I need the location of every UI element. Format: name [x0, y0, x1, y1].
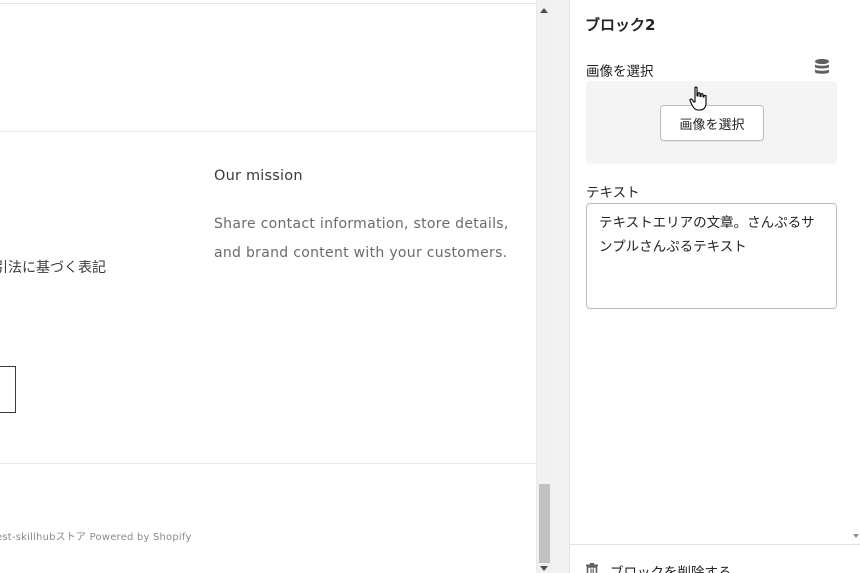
delete-block-button[interactable]: ブロックを削除する	[610, 561, 732, 573]
hand-cursor-icon	[689, 86, 707, 111]
image-picker-label: 画像を選択	[586, 64, 654, 80]
text-field[interactable]: テキストエリアの文章。さんぷるサンプルさんぷるテキスト	[586, 203, 837, 309]
preview-top-border	[0, 3, 536, 4]
mission-heading: Our mission	[214, 168, 303, 184]
image-picker-dropzone[interactable]: 画像を選択	[586, 81, 837, 164]
scroll-up-arrow-icon[interactable]	[540, 8, 548, 13]
trash-icon[interactable]	[585, 563, 599, 573]
block-settings-panel: ブロック2 画像を選択 画像を選択 テキスト テキストエリアの文章。さんぷるサン…	[569, 0, 860, 573]
mission-text: Share contact information, store details…	[214, 216, 509, 261]
panel-footer: ブロックを削除する	[570, 544, 860, 573]
footer-copyright: est-skillhubストア Powered by Shopify	[0, 532, 192, 543]
panel-scroll-down-icon[interactable]	[853, 534, 859, 538]
database-icon[interactable]	[814, 58, 830, 76]
footer-divider	[0, 463, 536, 464]
panel-title: ブロック2	[585, 16, 656, 34]
legal-notice-link[interactable]: 引法に基づく表記	[0, 257, 106, 277]
subscribe-button[interactable]	[0, 366, 16, 413]
scroll-down-arrow-icon[interactable]	[540, 566, 548, 571]
select-image-button[interactable]: 画像を選択	[660, 105, 764, 141]
text-field-label: テキスト	[586, 185, 640, 201]
theme-preview: Our mission Share contact information, s…	[0, 0, 536, 573]
section-divider	[0, 131, 536, 132]
panel-scrollbar[interactable]	[851, 0, 860, 545]
panel-gutter	[552, 0, 569, 573]
preview-scrollbar[interactable]	[536, 0, 552, 573]
scroll-thumb[interactable]	[539, 484, 550, 563]
